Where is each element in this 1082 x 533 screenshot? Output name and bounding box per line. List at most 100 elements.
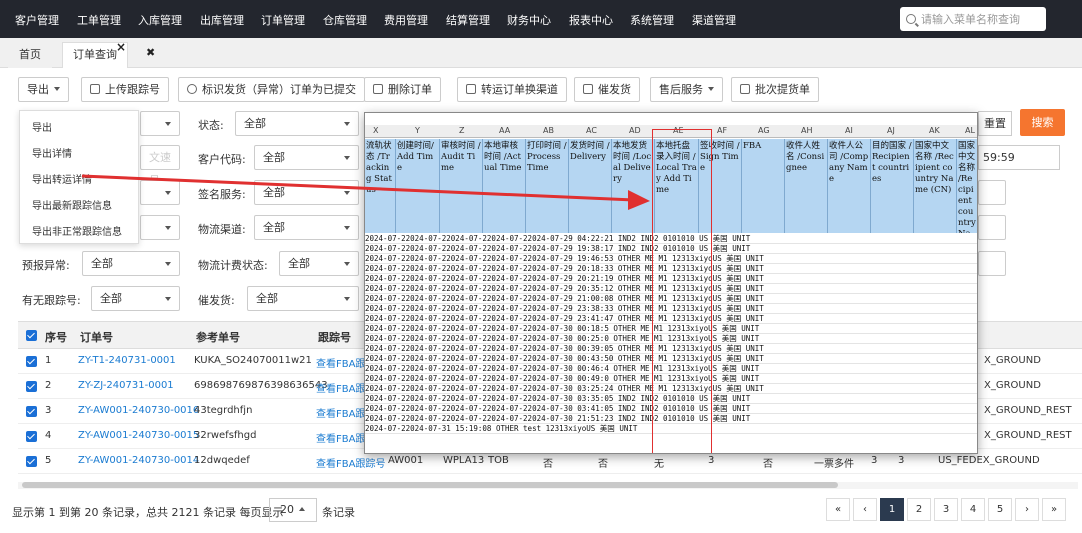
urge-ship-label: 催发货 [598, 83, 631, 96]
urge-ship-value: 全部 [256, 292, 278, 305]
export-menu-item-transfer-details[interactable]: 导出转运详情 [32, 171, 92, 186]
chevron-down-icon [344, 262, 350, 266]
nav-inbound[interactable]: 入库管理 [138, 12, 182, 28]
right-select-2[interactable] [978, 215, 1006, 240]
row-order-no[interactable]: ZY-T1-240731-0001 [78, 355, 176, 366]
row-tail: X_GROUND [984, 355, 1041, 366]
row-checkbox[interactable] [26, 431, 37, 442]
row-order-no[interactable]: ZY-AW001-240730-0015 [78, 430, 199, 441]
page-next[interactable]: › [1015, 498, 1039, 521]
col-seq: 序号 [45, 331, 67, 344]
mark-shipped-button[interactable]: 标识发货（异常）订单为已提交 [178, 77, 365, 102]
customer-code-select[interactable]: 全部 [254, 145, 359, 170]
page-5[interactable]: 5 [988, 498, 1012, 521]
nav-outbound[interactable]: 出库管理 [200, 12, 244, 28]
check-circle-icon [187, 84, 197, 94]
row-order-no[interactable]: ZY-AW001-240730-0016 [78, 405, 199, 416]
row-seq: 2 [45, 380, 52, 391]
row-cell: 3 [898, 455, 905, 466]
row-seq: 4 [45, 430, 52, 441]
row-cell: 3 [708, 455, 715, 466]
page-1[interactable]: 1 [880, 498, 904, 521]
excel-col: X [373, 126, 379, 135]
nav-system[interactable]: 系统管理 [630, 12, 674, 28]
row-cell: WPLA13 [443, 455, 485, 466]
excel-header-cell: 审核时间 /Audit Time [440, 139, 483, 233]
page-first[interactable]: « [826, 498, 850, 521]
has-tracking-select[interactable]: 全部 [91, 286, 180, 311]
excel-col: Z [459, 126, 465, 135]
excel-header-cell: 收件人姓名 /Consignee [785, 139, 828, 233]
row-tail: X_GROUND_REST [984, 430, 1072, 441]
tab-close-icon[interactable]: × [116, 40, 126, 54]
nav-reports[interactable]: 报表中心 [569, 12, 613, 28]
row-tracking-link[interactable]: 查看FBA跟踪号 [316, 455, 385, 470]
time-input[interactable]: 59:59 [978, 145, 1060, 170]
status-value: 全部 [244, 117, 266, 130]
nav-settlement[interactable]: 结算管理 [446, 12, 490, 28]
forecast-abnormal-select[interactable]: 全部 [82, 251, 180, 276]
export-menu-item-details[interactable]: 导出详情 [32, 145, 72, 160]
row-cell: 3 [871, 455, 878, 466]
close-all-tabs-icon[interactable]: ✖ [146, 46, 155, 59]
row-order-no[interactable]: ZY-ZJ-240731-0001 [78, 380, 174, 391]
row-tail: US_FEDEX_GROUND [938, 455, 1040, 466]
nav-workorder[interactable]: 工单管理 [77, 12, 121, 28]
horizontal-scrollbar-thumb[interactable] [22, 482, 838, 488]
chevron-up-icon [299, 507, 305, 511]
logistics-channel-select[interactable]: 全部 [254, 215, 359, 240]
nav-warehouse[interactable]: 仓库管理 [323, 12, 367, 28]
nav-customer[interactable]: 客户管理 [15, 12, 59, 28]
right-select-1[interactable] [978, 180, 1006, 205]
page-2[interactable]: 2 [907, 498, 931, 521]
after-sales-button[interactable]: 售后服务 [650, 77, 723, 102]
top-nav: 客户管理 工单管理 入库管理 出库管理 订单管理 仓库管理 费用管理 结算管理 … [0, 0, 1082, 38]
faded-input[interactable]: 文速号 [140, 145, 180, 187]
reset-button[interactable]: 重置 [978, 111, 1012, 136]
page-size-select[interactable]: 20 [269, 498, 317, 522]
menu-search-input[interactable]: 请输入菜单名称查询 [900, 7, 1046, 31]
sign-service-select[interactable]: 全部 [254, 180, 359, 205]
row-cell: 否 [543, 459, 553, 470]
filter-select-3[interactable] [140, 180, 180, 205]
select-all-checkbox[interactable] [26, 330, 37, 341]
sign-service-value: 全部 [263, 186, 285, 199]
batch-pickup-button[interactable]: 批次提货单 [731, 77, 819, 102]
page-3[interactable]: 3 [934, 498, 958, 521]
row-cell: 否 [598, 459, 608, 470]
row-checkbox[interactable] [26, 381, 37, 392]
row-checkbox[interactable] [26, 406, 37, 417]
urge-ship-button[interactable]: 催发货 [574, 77, 640, 102]
row-order-no[interactable]: ZY-AW001-240730-0014 [78, 455, 199, 466]
row-checkbox[interactable] [26, 356, 37, 367]
export-button[interactable]: 导出 [18, 77, 69, 102]
nav-finance[interactable]: 财务中心 [507, 12, 551, 28]
batch-pickup-label: 批次提货单 [755, 83, 810, 96]
left-filter-select[interactable] [140, 111, 180, 136]
upload-tracking-button[interactable]: 上传跟踪号 [81, 77, 169, 102]
status-select[interactable]: 全部 [235, 111, 359, 136]
delete-order-button[interactable]: 删除订单 [364, 77, 441, 102]
logistics-billing-select[interactable]: 全部 [279, 251, 359, 276]
page-4[interactable]: 4 [961, 498, 985, 521]
nav-channels[interactable]: 渠道管理 [692, 12, 736, 28]
transfer-channel-button[interactable]: 转运订单换渠道 [457, 77, 567, 102]
nav-orders[interactable]: 订单管理 [261, 12, 305, 28]
search-button[interactable]: 搜索 [1020, 109, 1065, 136]
row-checkbox[interactable] [26, 456, 37, 467]
edit-icon [90, 84, 100, 94]
nav-fees[interactable]: 费用管理 [384, 12, 428, 28]
page-last[interactable]: » [1042, 498, 1066, 521]
chevron-down-icon [344, 226, 350, 230]
pagination-summary: 显示第 1 到第 20 条记录，总共 2121 条记录 每页显示 [12, 506, 284, 519]
urge-ship-select[interactable]: 全部 [247, 286, 359, 311]
export-menu-item-abnormal-tracking[interactable]: 导出非正常跟踪信息 [32, 223, 122, 238]
tab-home[interactable]: 首页 [8, 42, 52, 68]
right-select-3[interactable] [978, 251, 1006, 276]
excel-col: AF [717, 126, 728, 135]
export-menu-item-export[interactable]: 导出 [32, 119, 52, 134]
filter-select-4[interactable] [140, 215, 180, 240]
export-menu-item-latest-tracking[interactable]: 导出最新跟踪信息 [32, 197, 112, 212]
page-prev[interactable]: ‹ [853, 498, 877, 521]
excel-header-cell: 目的国家 /Recipient countries [871, 139, 914, 233]
